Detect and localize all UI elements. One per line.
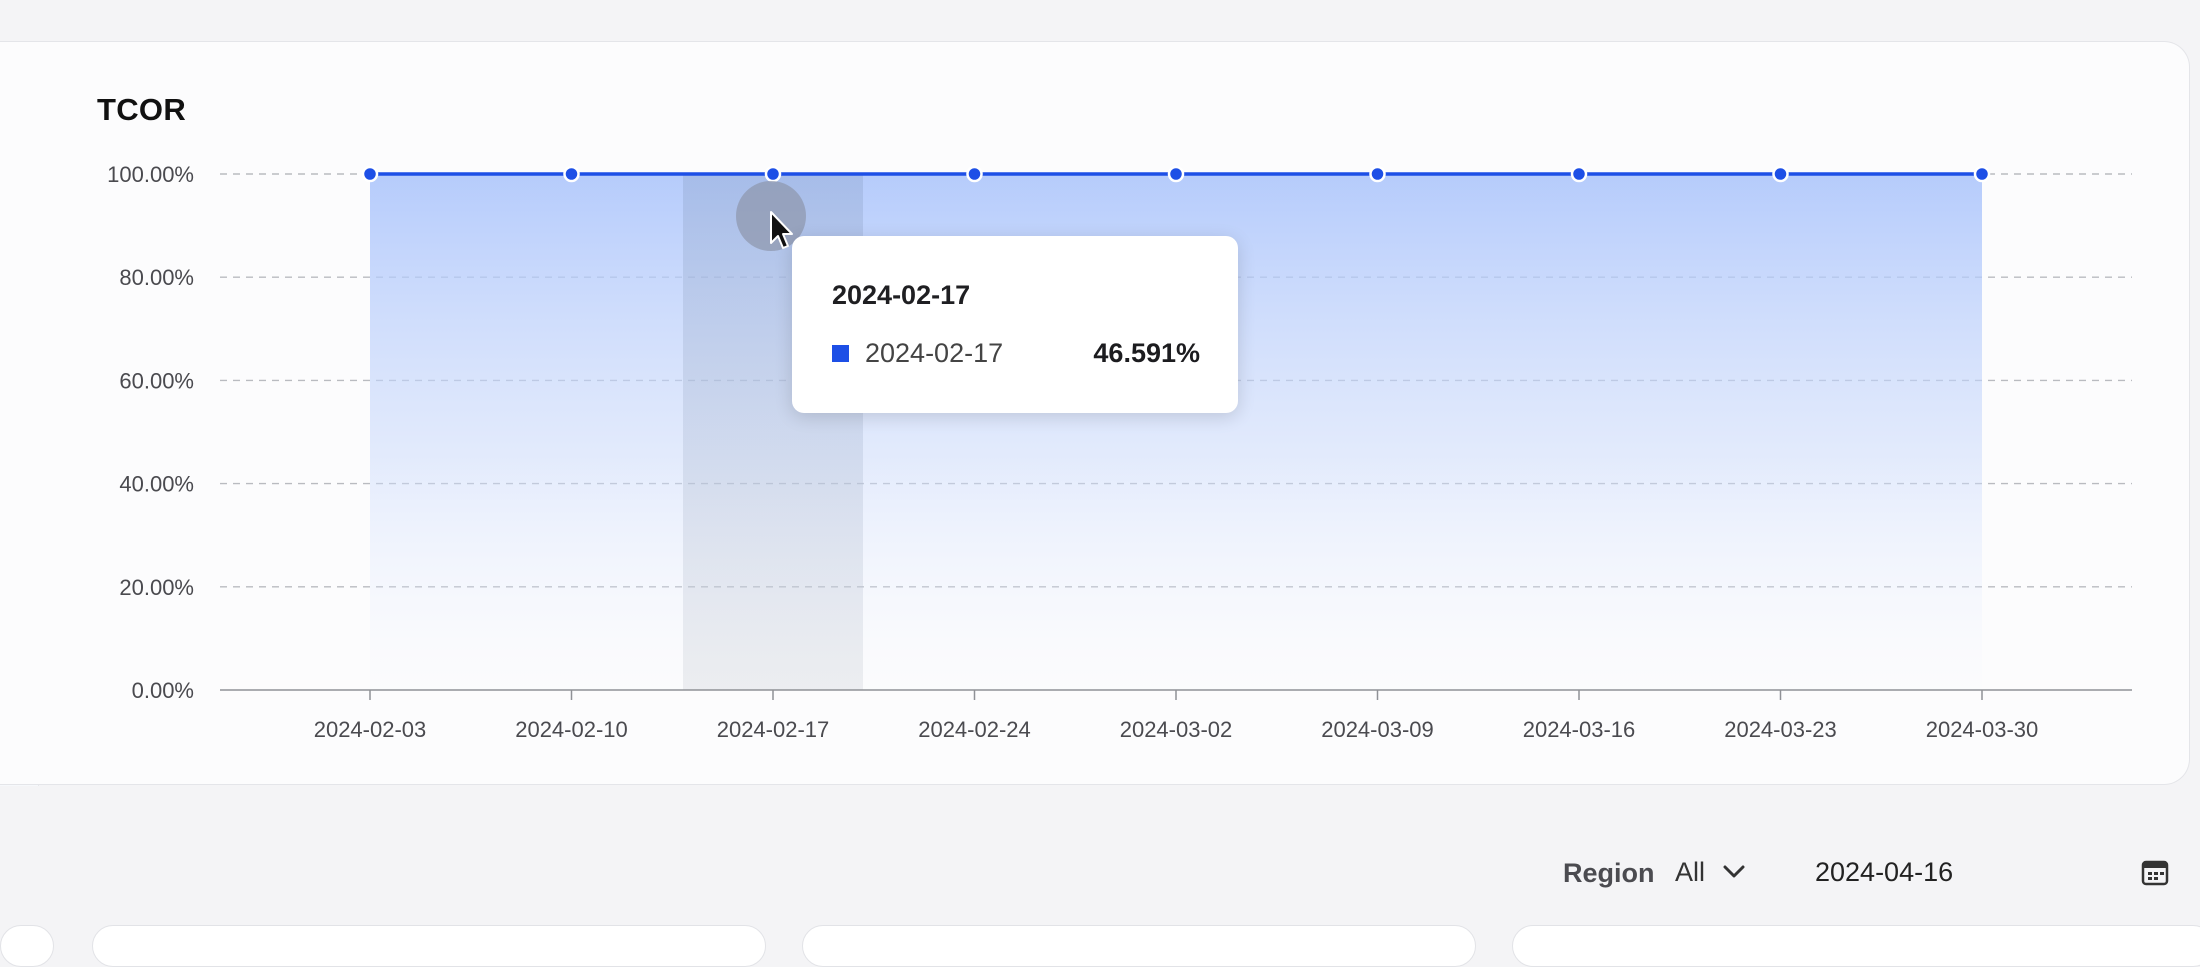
data-point[interactable]	[563, 165, 580, 183]
date-picker[interactable]: 2024-04-16	[1815, 852, 2185, 892]
data-point[interactable]	[1772, 165, 1789, 183]
x-tick-label: 2024-02-24	[918, 717, 1031, 742]
y-tick-label: 60.00%	[119, 368, 194, 393]
summary-card-3	[802, 925, 1476, 967]
summary-card-4	[1512, 925, 2200, 967]
data-point[interactable]	[1167, 165, 1185, 183]
data-point[interactable]	[1973, 165, 1991, 183]
tcor-chart: 0.00% 20.00% 40.00% 60.00% 80.00% 100.00% 2024…	[107, 162, 2132, 742]
y-tick-label: 40.00%	[119, 472, 194, 497]
y-tick-label: 80.00%	[119, 265, 194, 290]
x-tick-label: 2024-03-09	[1321, 717, 1434, 742]
x-tick-label: 2024-03-02	[1120, 717, 1233, 742]
x-tick-label: 2024-03-16	[1523, 717, 1636, 742]
x-tick-label: 2024-02-03	[314, 717, 427, 742]
calendar-icon[interactable]	[2141, 858, 2169, 886]
tooltip-title: 2024-02-17	[832, 280, 971, 310]
tooltip-row: 2024-02-17 46.591%	[832, 338, 1200, 369]
data-point[interactable]	[1570, 165, 1588, 183]
date-picker-value: 2024-04-16	[1815, 856, 1954, 887]
region-filter-label: Region	[1563, 858, 1655, 888]
y-tick-label: 20.00%	[119, 575, 194, 600]
x-tick-label: 2024-02-17	[717, 717, 830, 742]
summary-card-2	[92, 925, 766, 967]
chart-tooltip: 2024-02-17 2024-02-17 46.591%	[792, 236, 1238, 413]
y-tick-label: 0.00%	[132, 678, 194, 703]
tooltip-series-label: 2024-02-17	[865, 338, 1004, 368]
chevron-down-icon	[1723, 865, 1745, 878]
region-select[interactable]: All	[1675, 852, 1745, 892]
region-select-value: All	[1675, 856, 1706, 887]
x-tick-label: 2024-02-10	[515, 717, 628, 742]
x-tick-label: 2024-03-30	[1926, 717, 2039, 742]
data-point[interactable]	[361, 165, 379, 183]
tooltip-value: 46.591%	[1093, 338, 1200, 368]
data-point[interactable]	[1369, 165, 1386, 183]
data-point[interactable]	[764, 165, 782, 183]
summary-card-1	[0, 925, 54, 967]
x-tick-label: 2024-03-23	[1724, 717, 1837, 742]
tooltip-series-swatch	[832, 345, 849, 362]
data-point[interactable]	[966, 165, 983, 183]
y-tick-label: 100.00%	[107, 162, 194, 187]
